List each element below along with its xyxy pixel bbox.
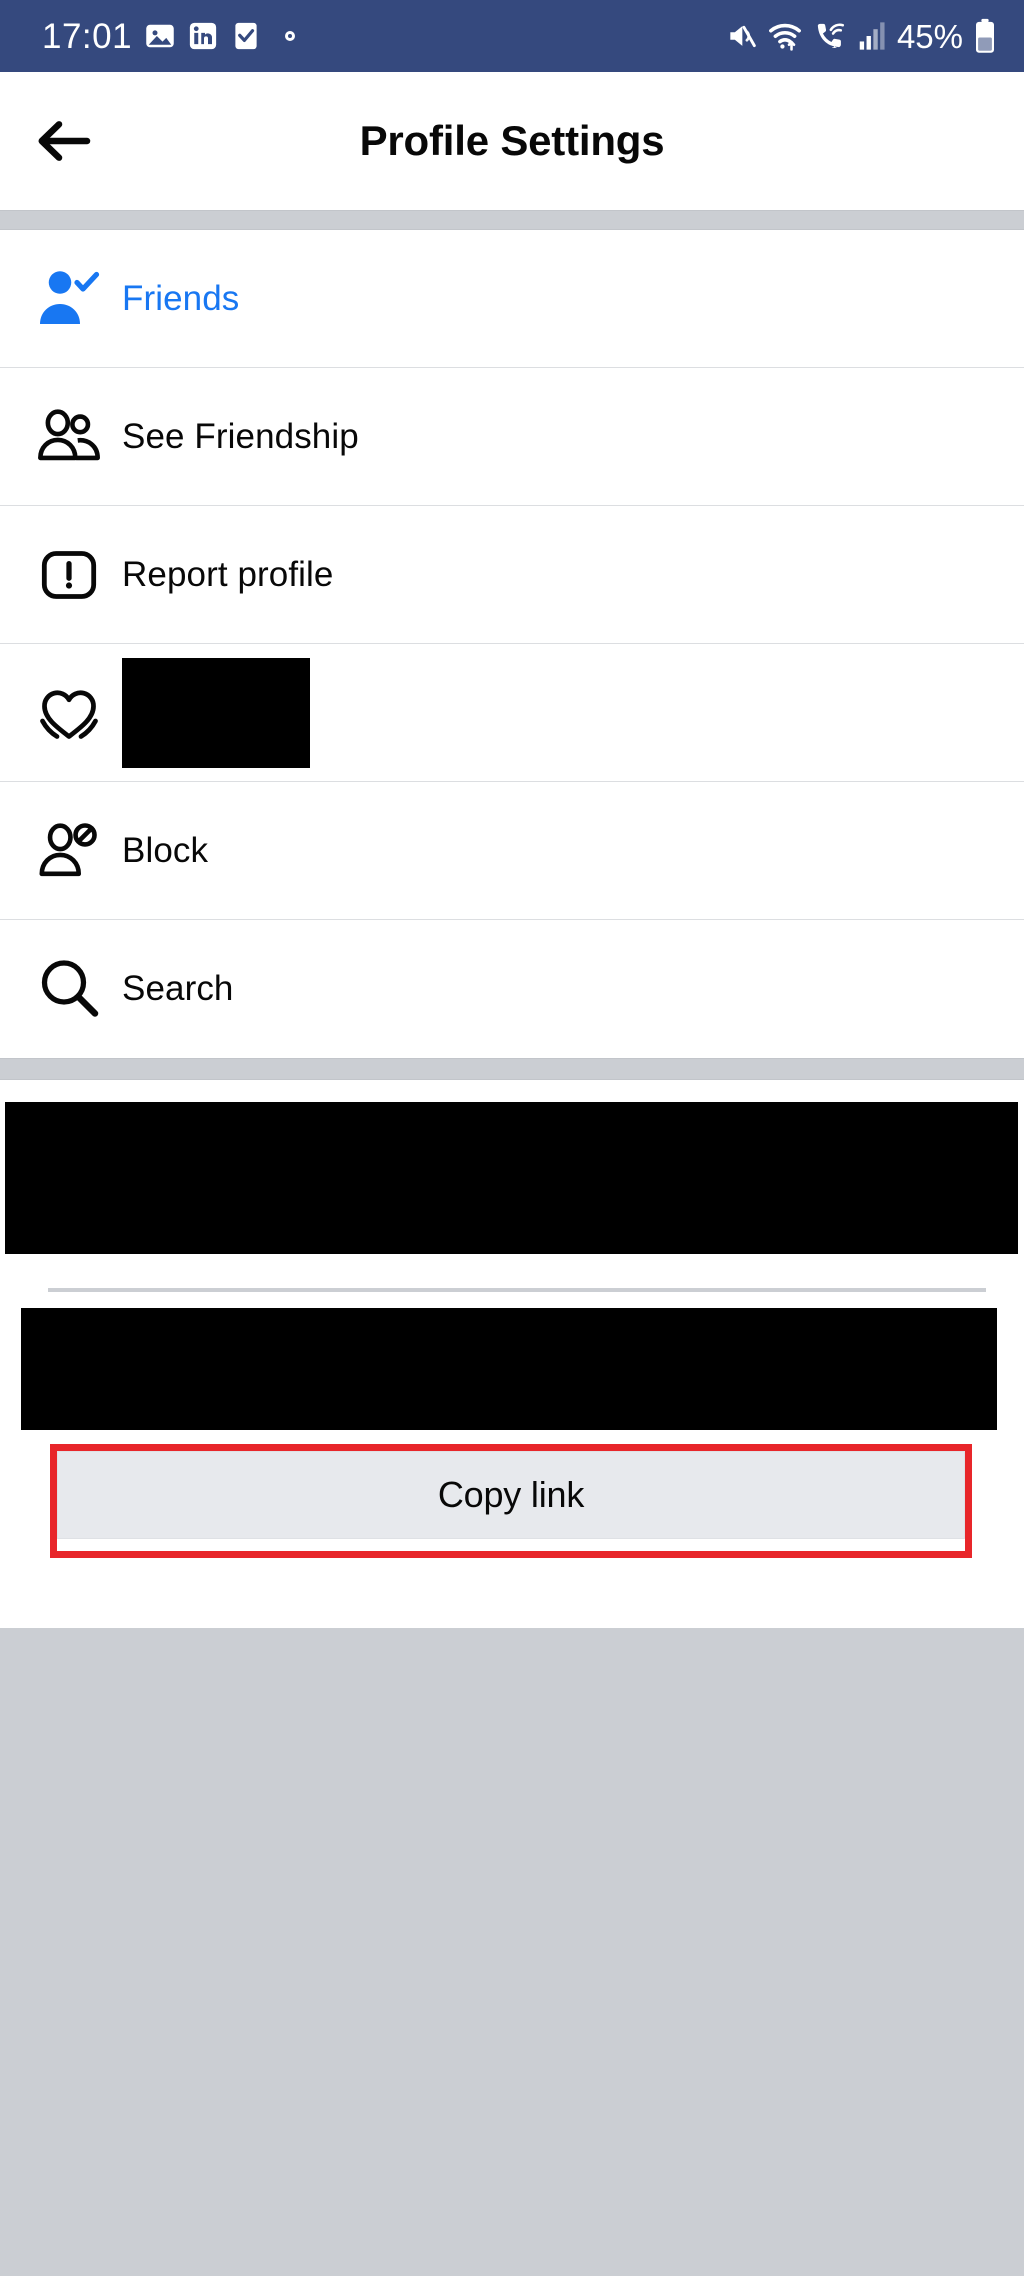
wifi-icon — [768, 19, 802, 53]
battery-percent-label: 45% — [896, 17, 963, 55]
menu-item-block[interactable]: Block — [0, 782, 1024, 920]
phone-screen: 17:01 1 45% Profile Settings Friends See… — [0, 0, 1024, 2276]
two-people-icon — [26, 403, 112, 471]
signal-bars-icon — [858, 21, 886, 51]
page-title: Profile Settings — [359, 117, 665, 164]
menu-item-label: Report profile — [122, 554, 334, 594]
back-arrow-icon — [38, 121, 91, 161]
copy-link-label: Copy link — [437, 1474, 585, 1515]
menu-item-see-friendship[interactable]: See Friendship — [0, 368, 1024, 506]
section-divider-top — [0, 210, 1024, 230]
menu-item-search[interactable]: Search — [0, 920, 1024, 1058]
battery-icon — [974, 18, 996, 54]
copy-link-button[interactable]: Copy link — [57, 1451, 965, 1539]
status-bar: 17:01 1 45% — [0, 0, 1024, 72]
copy-link-highlight: Copy link — [50, 1444, 972, 1558]
menu-item-label: Block — [122, 830, 209, 870]
share-hair-divider — [48, 1288, 986, 1292]
status-bar-left: 17:01 — [42, 19, 298, 54]
heart-icon — [26, 678, 112, 748]
menu-item-label: See Friendship — [122, 416, 359, 456]
linkedin-icon — [188, 21, 218, 51]
section-divider-mid — [0, 1058, 1024, 1080]
tasks-checkbox-icon — [231, 21, 261, 51]
app-header: Profile Settings — [0, 72, 1024, 210]
redacted-share-row-1 — [5, 1102, 1018, 1254]
exclamation-box-icon — [26, 543, 112, 607]
menu-item-favorites[interactable] — [0, 644, 1024, 782]
person-check-icon — [26, 264, 112, 334]
back-button[interactable] — [28, 105, 100, 177]
wifi-calling-icon: 1 — [813, 19, 847, 53]
redacted-share-row-2 — [21, 1308, 997, 1430]
status-clock: 17:01 — [42, 16, 133, 56]
mute-icon — [725, 20, 757, 52]
dot-indicator-icon — [282, 28, 298, 44]
menu-item-report-profile[interactable]: Report profile — [0, 506, 1024, 644]
profile-settings-menu: Friends See Friendship Report profile Bl… — [0, 230, 1024, 1058]
person-block-icon — [26, 817, 112, 885]
menu-item-friends[interactable]: Friends — [0, 230, 1024, 368]
bottom-empty-area — [0, 1628, 1024, 2276]
menu-item-label: Friends — [122, 278, 240, 318]
photos-icon — [145, 21, 175, 51]
redacted-menu-label — [122, 657, 310, 768]
menu-item-label: Search — [122, 969, 234, 1008]
svg-text:1: 1 — [832, 40, 837, 50]
search-icon — [26, 954, 112, 1024]
status-bar-right: 1 45% — [725, 18, 996, 54]
